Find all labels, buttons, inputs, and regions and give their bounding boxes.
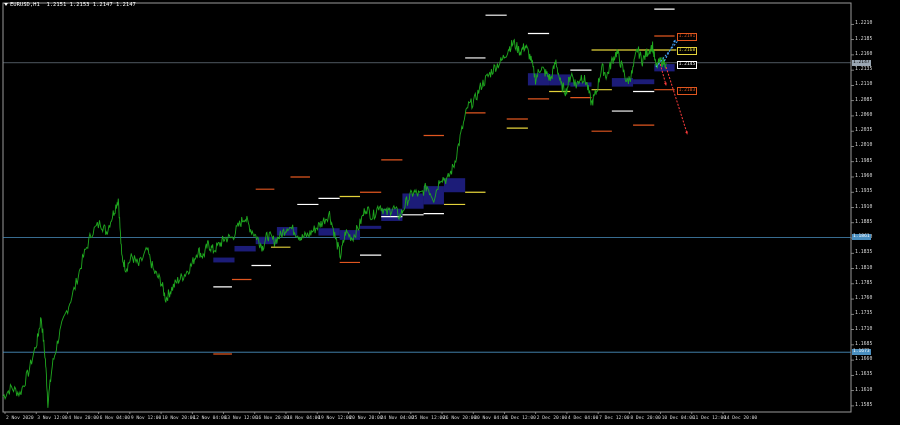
price-tick-label: 1.2210 (855, 21, 873, 27)
zone-rect (234, 245, 256, 252)
horizontal-levels (3, 62, 851, 353)
time-tick-label: 18 Nov 04:00 (286, 416, 321, 421)
zone-rect (527, 73, 550, 86)
price-tick-label: 1.1885 (855, 219, 873, 225)
zone-rect (633, 79, 655, 85)
price-tick-label: 1.1960 (855, 173, 873, 179)
plot-frame (2, 2, 852, 413)
price-tick-label: 1.1635 (855, 372, 873, 378)
price-tick-label: 1.1585 (855, 402, 873, 408)
zone-rect (318, 228, 340, 236)
time-tick-label: 1 Dec 12:00 (505, 416, 536, 421)
level-price-label: 1.1673 (852, 349, 871, 356)
price-line (2, 38, 667, 408)
price-tick-label: 1.2010 (855, 143, 873, 149)
symbol-name: EURUSD,H1 (10, 2, 40, 8)
price-tick-label: 1.2035 (855, 128, 873, 134)
time-tick-label: 2 Dec 20:00 (536, 416, 568, 421)
time-tick-label: 16 Nov 20:00 (255, 416, 289, 421)
price-tick-label: 1.2110 (855, 82, 873, 88)
price-tick-label: 1.1835 (855, 250, 873, 256)
price-tick-label: 1.1810 (855, 265, 873, 271)
price-tick-label: 1.1660 (855, 357, 873, 363)
chart-window[interactable]: EURUSD,H1 1.2151 1.2153 1.2147 1.2147 1.… (0, 0, 900, 425)
time-tick-label: 3 Nov 12:00 (37, 416, 68, 421)
symbol-label: EURUSD,H1 1.2151 1.2153 1.2147 1.2147 (4, 2, 136, 8)
time-tick-label: 7 Dec 12:00 (599, 416, 630, 421)
price-box: 1.2145 (676, 61, 698, 70)
price-tick-label: 1.1910 (855, 204, 873, 210)
price-tick-label: 1.1610 (855, 387, 873, 393)
time-tick-label: 10 Nov 20:00 (162, 416, 196, 421)
time-tick-label: 24 Nov 04:00 (380, 416, 414, 421)
time-tick-label: 26 Nov 20:00 (443, 416, 477, 421)
time-tick-label: 4 Nov 20:00 (68, 416, 99, 421)
chart-plot[interactable] (0, 0, 900, 425)
time-tick-label: 6 Nov 04:00 (99, 416, 131, 421)
time-tick-label: 25 Nov 12:00 (411, 416, 446, 421)
projection-line (665, 66, 688, 135)
ohlc-values: 1.2151 1.2153 1.2147 1.2147 (46, 2, 136, 8)
time-tick-label: 11 Dec 12:00 (692, 416, 726, 421)
price-box: 1.2168 (676, 47, 698, 55)
time-tick-label: 19 Nov 12:00 (318, 416, 352, 421)
time-tick-label: 8 Dec 20:00 (630, 416, 661, 421)
price-tick-label: 1.1735 (855, 311, 873, 317)
time-tick-label: 12 Nov 04:00 (193, 416, 227, 421)
price-tick-label: 1.1760 (855, 296, 873, 302)
time-tick-label: 13 Nov 12:00 (224, 416, 258, 421)
time-tick-label: 20 Nov 20:00 (349, 416, 383, 421)
price-tick-label: 1.1935 (855, 189, 873, 195)
triangle-down-icon (4, 3, 8, 6)
axis-ticks (4, 23, 854, 414)
price-tick-label: 1.2185 (855, 36, 873, 42)
price-tick-label: 1.1785 (855, 280, 873, 286)
price-tick-label: 1.1985 (855, 158, 873, 164)
price-tick-label: 1.1685 (855, 341, 873, 347)
level-price-label: 1.1861 (852, 234, 871, 241)
price-tick-label: 1.2135 (855, 67, 873, 73)
time-tick-label: 9 Nov 12:00 (130, 416, 162, 421)
price-tick-label: 1.2060 (855, 112, 873, 118)
price-box: 1.2191 (676, 32, 698, 41)
zone-rect (360, 225, 382, 229)
price-tick-label: 1.1710 (855, 326, 873, 332)
time-tick-label: 30 Nov 04:00 (474, 416, 508, 421)
price-tick-label: 1.2160 (855, 51, 873, 57)
zone-rect (213, 257, 235, 263)
price-box: 1.2103 (676, 86, 698, 95)
current-price-label: 1.2147 (852, 59, 871, 66)
zone-rect (443, 178, 466, 193)
price-series (2, 38, 667, 408)
time-tick-label: 10 Dec 04:00 (661, 416, 695, 421)
time-tick-label: 14 Dec 20:00 (724, 416, 758, 421)
price-tick-label: 1.2085 (855, 97, 873, 103)
time-tick-label: 2 Nov 2020 (6, 416, 34, 421)
time-tick-label: 4 Dec 04:00 (567, 416, 599, 421)
